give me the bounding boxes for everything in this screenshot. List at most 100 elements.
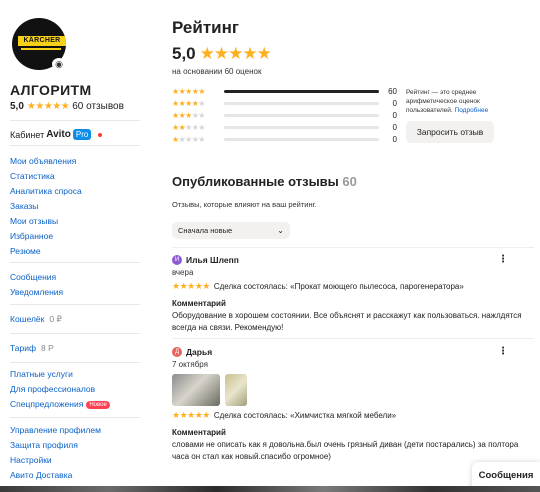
sidebar-item-profile-management[interactable]: Управление профилем [10,423,150,438]
review-comment-label: Комментарий [172,428,226,437]
divider [10,304,140,305]
sidebar-item-profile-protection[interactable]: Защита профиля [10,438,150,453]
sidebar-item-wallet[interactable]: Кошелёк 0 ₽ [10,312,150,327]
review-comment-text: словами не описать как я довольна.был оч… [172,440,519,461]
review-deal: ★★★★★ Сделка состоялась: «Химчистка мягк… [172,410,534,421]
rating-row-count: 0 [392,98,397,108]
rating-note-more-link[interactable]: Подробнее [455,107,489,114]
sidebar-item-orders[interactable]: Заказы [10,199,150,214]
review-card: Д Дарья ⋮ 7 октября ★★★★★ Сделка состоял… [172,347,534,463]
sort-select-value: Сначала новые [178,226,233,235]
rating-note: Рейтинг — это среднее арифметическое оце… [406,88,526,115]
divider [10,333,140,334]
review-comment-text: Оборудование в хорошем состоянии. Все об… [172,311,522,332]
review-author[interactable]: Дарья [186,347,212,357]
rating-row-stars: ★★★★★ [172,86,205,96]
review-photo[interactable] [172,374,220,406]
rating-row-5: ★★★★★ 60 [172,85,397,97]
rating-row-bar [223,125,380,129]
review-deal: ★★★★★ Сделка состоялась: «Прокат моющего… [172,281,534,292]
published-reviews-count: 60 [342,174,357,189]
rating-row-stars: ★★★★★ [172,110,205,120]
overall-rating: 5,0 ★★★★★ [172,44,272,64]
review-date: вчера [172,268,194,277]
sidebar-menu-services: Платные услуги Для профессионалов Спецпр… [10,367,150,412]
divider [10,120,140,121]
sidebar-menu-main: Мои объявления Статистика Аналитика спро… [10,154,150,259]
review-date: 7 октября [172,360,208,369]
shop-reviews-count[interactable]: 60 отзывов [72,101,124,112]
divider [10,362,140,363]
wallet-label: Кошелёк [10,314,45,324]
review-photos [172,374,534,406]
cabinet-label: Кабинет [10,129,45,140]
rating-row-stars: ★★★★★ [172,98,205,108]
sidebar-tariff: Тариф 8 Р [10,341,150,356]
sidebar-item-paid-services[interactable]: Платные услуги [10,367,150,382]
rating-row-bar [223,113,380,117]
sidebar-item-messages[interactable]: Сообщения [10,270,150,285]
notification-dot [98,132,103,137]
overall-rating-stars: ★★★★★ [199,44,272,63]
cabinet-avito-pro[interactable]: Кабинет Avito Pro [10,129,103,140]
sidebar-item-settings[interactable]: Настройки [10,453,150,468]
sidebar-item-favorites[interactable]: Избранное [10,229,150,244]
review-deal-text: Сделка состоялась: «Химчистка мягкой меб… [213,411,397,420]
sidebar-menu-messages: Сообщения Уведомления [10,270,150,300]
divider [172,338,534,339]
more-options-icon[interactable]: ⋮ [498,347,508,357]
rating-row-bar [223,89,380,93]
special-offers-label: Спецпредложения [10,399,84,409]
shop-rating: 5,0 ★★★★★ 60 отзывов [10,101,124,112]
shop-rating-value: 5,0 [10,101,24,112]
avatar-brand-stripe [21,48,61,50]
tariff-label: Тариф [10,343,37,353]
camera-icon[interactable]: ◉ [52,58,66,70]
review-stars: ★★★★★ [172,410,210,420]
sidebar-item-my-ads[interactable]: Мои объявления [10,154,150,169]
chevron-down-icon: ⌄ [277,226,284,235]
review-comment-label: Комментарий [172,299,226,308]
rating-row-4: ★★★★★ 0 [172,97,397,109]
rating-row-1: ★★★★★ 0 [172,133,397,145]
rating-row-stars: ★★★★★ [172,134,205,144]
review-author[interactable]: Илья Шлепп [186,255,239,265]
review-author-avatar: Д [172,347,182,357]
review-header: И Илья Шлепп [172,255,534,265]
sidebar-item-notifications[interactable]: Уведомления [10,285,150,300]
more-options-icon[interactable]: ⋮ [498,255,508,265]
rating-row-count: 0 [392,134,397,144]
avatar-brand-logo: KÄRCHER [18,36,66,46]
pro-badge: Pro [72,129,92,140]
review-stars: ★★★★★ [172,281,210,291]
sidebar-item-tariff[interactable]: Тариф 8 Р [10,341,150,356]
review-deal-text: Сделка состоялась: «Прокат моющего пылес… [213,282,464,291]
wallet-balance: 0 ₽ [49,314,62,324]
sidebar-item-statistics[interactable]: Статистика [10,169,150,184]
rating-row-count: 60 [388,86,397,96]
sidebar-wallet: Кошелёк 0 ₽ [10,312,150,327]
avito-wordmark: Avito [46,129,71,140]
rating-row-bar [223,137,380,141]
review-author-avatar: И [172,255,182,265]
new-badge: Новое [86,401,110,409]
review-photo[interactable] [225,374,247,406]
sidebar-item-my-reviews[interactable]: Мои отзывы [10,214,150,229]
rating-row-2: ★★★★★ 0 [172,121,397,133]
divider [172,247,534,248]
sidebar-menu-profile: Управление профилем Защита профиля Настр… [10,423,150,483]
published-reviews-label: Опубликованные отзывы [172,174,339,189]
rating-row-bar [223,101,380,105]
divider [10,417,140,418]
rating-row-count: 0 [392,122,397,132]
sort-select[interactable]: Сначала новые ⌄ [172,222,290,239]
sidebar-item-demand-analytics[interactable]: Аналитика спроса [10,184,150,199]
rating-row-3: ★★★★★ 0 [172,109,397,121]
sidebar-item-avito-delivery[interactable]: Авито Доставка [10,468,150,483]
sidebar-item-for-professionals[interactable]: Для профессионалов [10,382,150,397]
sidebar-item-special-offers[interactable]: Спецпредложения Новое [10,397,150,412]
sidebar-item-resume[interactable]: Резюме [10,244,150,259]
rating-row-count: 0 [392,110,397,120]
rating-row-bar-fill [223,89,380,93]
request-review-button[interactable]: Запросить отзыв [406,121,494,143]
